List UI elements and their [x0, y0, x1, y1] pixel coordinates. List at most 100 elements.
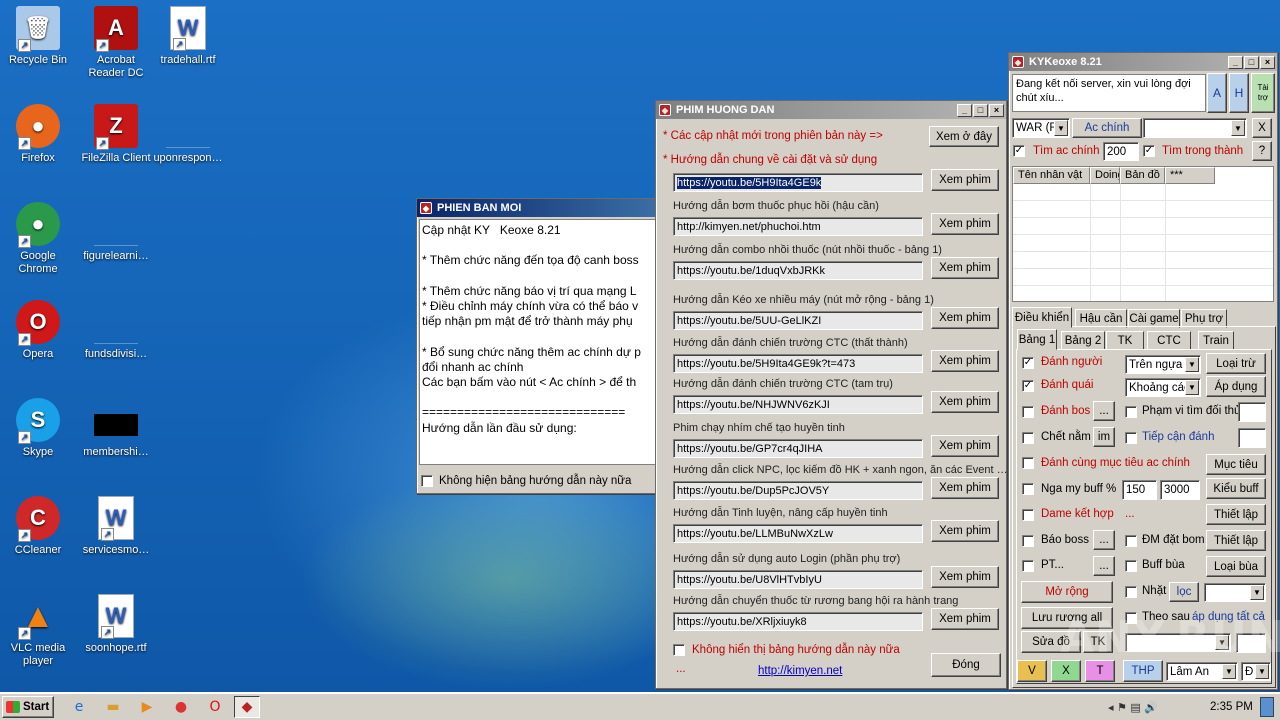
column-header[interactable]: *** [1165, 167, 1215, 184]
video-url-field[interactable]: https://youtu.be/Dup5PcJOV5Y [673, 481, 923, 500]
close-dialog-button[interactable]: Đóng [931, 653, 1001, 677]
danh-bos-options-button[interactable]: ... [1093, 401, 1115, 421]
khoang-cach-select[interactable]: Khoảng các ▼ [1125, 378, 1201, 397]
desktop-icon[interactable]: ▲ ↗ VLC media player [0, 594, 76, 668]
danh-bos-checkbox[interactable] [1022, 406, 1034, 418]
desktop-icon[interactable]: O ↗ Opera [0, 300, 76, 361]
minimize-button[interactable]: _ [957, 103, 972, 117]
phim-huong-dan-titlebar[interactable]: ◆ PHIM HUONG DAN _ □ × [656, 101, 1006, 119]
d-select[interactable]: Đ ▼ [1241, 662, 1271, 681]
danh-nguoi-checkbox[interactable]: ✓ [1022, 357, 1034, 369]
column-header[interactable]: Doing [1090, 167, 1120, 184]
tren-ngua-select[interactable]: Trên ngựa ▼ [1125, 355, 1201, 374]
minimize-button[interactable]: _ [1228, 55, 1243, 69]
video-url-field[interactable]: https://youtu.be/1duqVxbJRKk [673, 261, 923, 280]
loc-button[interactable]: lọc [1169, 582, 1199, 602]
desktop-icon[interactable]: S ↗ Skype [0, 398, 76, 459]
column-header[interactable]: Tên nhân vật [1013, 167, 1090, 184]
tiep-can-input[interactable] [1238, 428, 1266, 448]
map-select[interactable]: Lâm An ▼ [1166, 662, 1238, 681]
character-table[interactable]: Tên nhân vậtDoingBản đồ*** [1012, 166, 1274, 302]
watch-video-button[interactable]: Xem phim [931, 213, 999, 235]
x-green-button[interactable]: X [1051, 660, 1081, 682]
desktop-icon[interactable]: A ↗ Acrobat Reader DC [78, 6, 154, 80]
bao-boss-options-button[interactable]: ... [1093, 530, 1115, 550]
theo-sau-checkbox[interactable] [1125, 612, 1137, 624]
thiet-lap-2-button[interactable]: Thiết lập [1206, 530, 1266, 551]
watch-video-button[interactable]: Xem phim [931, 520, 999, 542]
video-url-field[interactable]: https://youtu.be/NHJWNV6zKJI [673, 395, 923, 414]
im-button[interactable]: im [1093, 427, 1115, 447]
phien-ban-moi-titlebar[interactable]: ◆ PHIEN BAN MOI [417, 199, 655, 217]
desktop-icon[interactable]: W ↗ soonhope.rtf [78, 594, 154, 655]
start-button[interactable]: Start [2, 696, 54, 718]
video-url-field[interactable]: https://youtu.be/5H9Ita4GE9k [673, 173, 923, 192]
clear-button[interactable]: X [1252, 118, 1272, 138]
desktop-icon[interactable]: 🗑 ↗ Recycle Bin [0, 6, 76, 67]
hide-video-guide-checkbox[interactable] [673, 644, 685, 656]
theo-sau-select[interactable]: ▼ [1125, 633, 1231, 652]
sub-tab[interactable]: Bảng 1 [1017, 329, 1057, 350]
t-button[interactable]: T [1085, 660, 1115, 682]
watch-video-button[interactable]: Xem phim [931, 608, 999, 630]
video-url-field[interactable]: https://youtu.be/5H9Ita4GE9k?t=473 [673, 354, 923, 373]
desktop-icon[interactable]: figurelearni… [78, 202, 154, 263]
v-button[interactable]: V [1017, 660, 1047, 682]
video-url-field[interactable]: http://kimyen.net/phuchoi.htm [673, 217, 923, 236]
dame-ket-hop-checkbox[interactable] [1022, 509, 1034, 521]
buff-value-2-input[interactable]: 3000 [1160, 480, 1200, 500]
nhat-checkbox[interactable] [1125, 586, 1137, 598]
desktop-icon[interactable]: W ↗ servicesmo… [78, 496, 154, 557]
chrome-taskbar-icon[interactable]: ● [170, 697, 192, 717]
desktop-icon[interactable]: membershi… [78, 398, 154, 459]
desktop-icon[interactable]: Z ↗ FileZilla Client [78, 104, 154, 165]
pham-vi-checkbox[interactable] [1125, 406, 1137, 418]
close-button[interactable]: × [1260, 55, 1275, 69]
kieu-buff-button[interactable]: Kiểu buff [1206, 478, 1266, 499]
desktop-icon[interactable]: uponrespon… [150, 104, 226, 165]
main-tab[interactable]: Điều khiển [1012, 307, 1072, 328]
close-button[interactable]: × [989, 103, 1004, 117]
watch-video-button[interactable]: Xem phim [931, 435, 999, 457]
desktop-icon[interactable]: ● ↗ Google Chrome [0, 202, 76, 276]
video-url-field[interactable]: https://youtu.be/5UU-GeLlKZI [673, 311, 923, 330]
muc-tieu-button[interactable]: Mục tiêu [1206, 454, 1266, 475]
desktop-icon[interactable]: ● ↗ Firefox [0, 104, 76, 165]
video-url-field[interactable]: https://youtu.be/GP7cr4qJIHA [673, 439, 923, 458]
ap-dung-button[interactable]: Áp dụng [1206, 376, 1266, 397]
mo-rong-button[interactable]: Mở rộng [1021, 581, 1113, 603]
watch-video-button[interactable]: Xem phim [931, 169, 999, 191]
watch-video-button[interactable]: Xem phim [931, 566, 999, 588]
tiep-can-checkbox[interactable] [1125, 432, 1137, 444]
explorer-folder-icon[interactable]: ▬ [102, 697, 124, 717]
internet-explorer-icon[interactable]: e [68, 697, 90, 717]
loai-bua-button[interactable]: Loại bùa [1206, 556, 1266, 577]
taitro-button[interactable]: Tài trợ [1251, 73, 1275, 113]
maximize-button[interactable]: □ [1244, 55, 1259, 69]
watch-video-button[interactable]: Xem phim [931, 307, 999, 329]
notification-icons[interactable]: ◂ ⚑ ▤ 🔊 [1108, 697, 1198, 717]
watch-video-button[interactable]: Xem phim [931, 477, 999, 499]
tim-value-input[interactable]: 200 [1103, 142, 1139, 161]
video-url-field[interactable]: https://youtu.be/LLMBuNwXzLw [673, 524, 923, 543]
watch-video-button[interactable]: Xem phim [931, 391, 999, 413]
tk-button[interactable]: TK [1083, 631, 1113, 653]
war-select[interactable]: WAR (F ▼ [1012, 118, 1070, 138]
loc-select[interactable]: ▼ [1204, 583, 1266, 602]
bao-boss-checkbox[interactable] [1022, 535, 1034, 547]
account-select[interactable]: ▼ [1143, 118, 1247, 138]
h-button[interactable]: H [1229, 73, 1249, 113]
sua-do-button[interactable]: Sửa đồ [1021, 631, 1081, 653]
kykeoxe-taskbar-icon[interactable]: ◆ [234, 696, 260, 718]
desktop-icon[interactable]: C ↗ CCleaner [0, 496, 76, 557]
thp-button[interactable]: THP [1123, 660, 1163, 682]
buff-value-1-input[interactable]: 150 [1122, 480, 1157, 500]
theo-sau-input[interactable] [1236, 633, 1266, 653]
changelog-textarea[interactable]: Cập nhật KY Keoxe 8.21 * Thêm chức năng … [419, 219, 657, 465]
danh-quai-checkbox[interactable]: ✓ [1022, 380, 1034, 392]
dm-dat-bom-checkbox[interactable] [1125, 535, 1137, 547]
video-url-field[interactable]: https://youtu.be/XRljxiuyk8 [673, 612, 923, 631]
show-desktop-button[interactable] [1260, 697, 1274, 717]
desktop-icon[interactable]: fundsdivisi… [78, 300, 154, 361]
help-button[interactable]: ? [1252, 141, 1272, 161]
